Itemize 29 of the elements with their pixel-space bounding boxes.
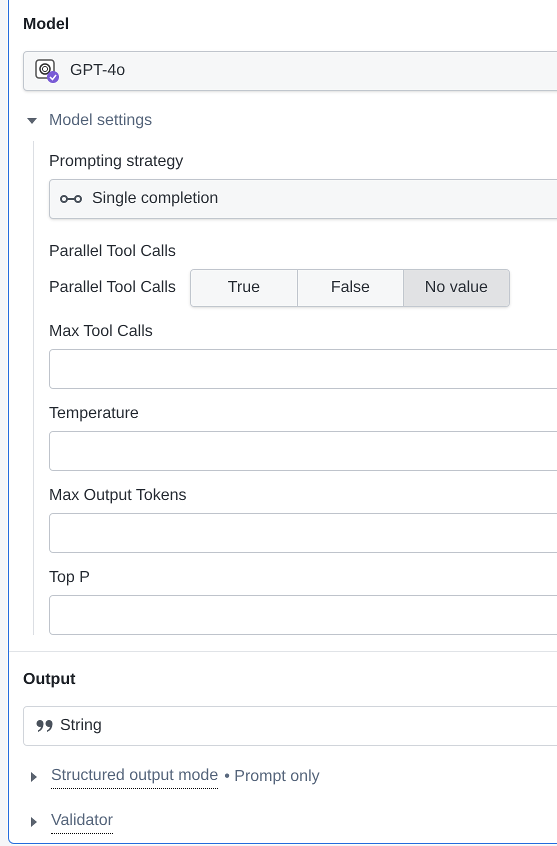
quote-icon — [36, 719, 54, 733]
section-toggle[interactable]: Validator — [51, 809, 113, 834]
caret-down-icon[interactable] — [27, 116, 37, 126]
section-toggle[interactable]: Structured output mode — [51, 764, 218, 789]
field-label: Max Output Tokens — [49, 486, 188, 506]
connector-icon — [60, 194, 82, 204]
segment-button[interactable]: False — [296, 270, 403, 306]
field-label: Temperature — [49, 404, 140, 424]
field-label: Top P — [49, 568, 91, 588]
field-label: Parallel Tool Calls — [49, 242, 177, 262]
input-field[interactable] — [49, 349, 557, 389]
input-field[interactable] — [49, 595, 557, 635]
input-field[interactable] — [49, 431, 557, 471]
field-label: Prompting strategy — [49, 152, 184, 172]
input-field[interactable] — [49, 513, 557, 553]
section-title: Model — [23, 15, 70, 35]
segment-button[interactable]: No value — [402, 270, 509, 306]
field-label: Max Tool Calls — [49, 322, 154, 342]
settings-toggle[interactable]: Model settings — [49, 109, 152, 133]
mode-note: • Prompt only — [224, 766, 320, 786]
caret-right-icon[interactable] — [29, 816, 39, 826]
caret-right-icon[interactable] — [29, 772, 39, 782]
model-select[interactable]: GPT-4o — [23, 51, 557, 91]
output-type-field[interactable]: String — [23, 706, 557, 746]
section-title: Output — [23, 670, 76, 690]
strategy-select[interactable]: Single completion — [49, 179, 557, 219]
field-label: Parallel Tool Calls — [49, 278, 176, 298]
model-logo-icon — [34, 58, 60, 84]
segment-button[interactable]: True — [190, 270, 297, 306]
